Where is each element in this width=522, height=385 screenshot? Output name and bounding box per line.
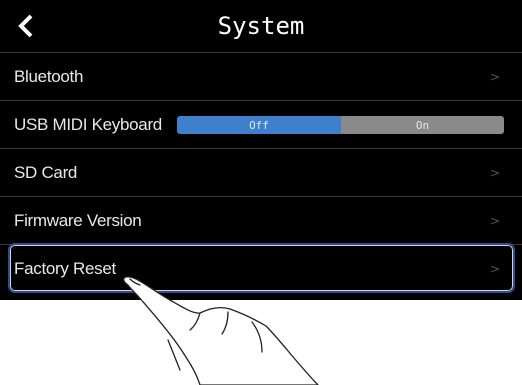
tap-hand-icon — [123, 276, 319, 385]
